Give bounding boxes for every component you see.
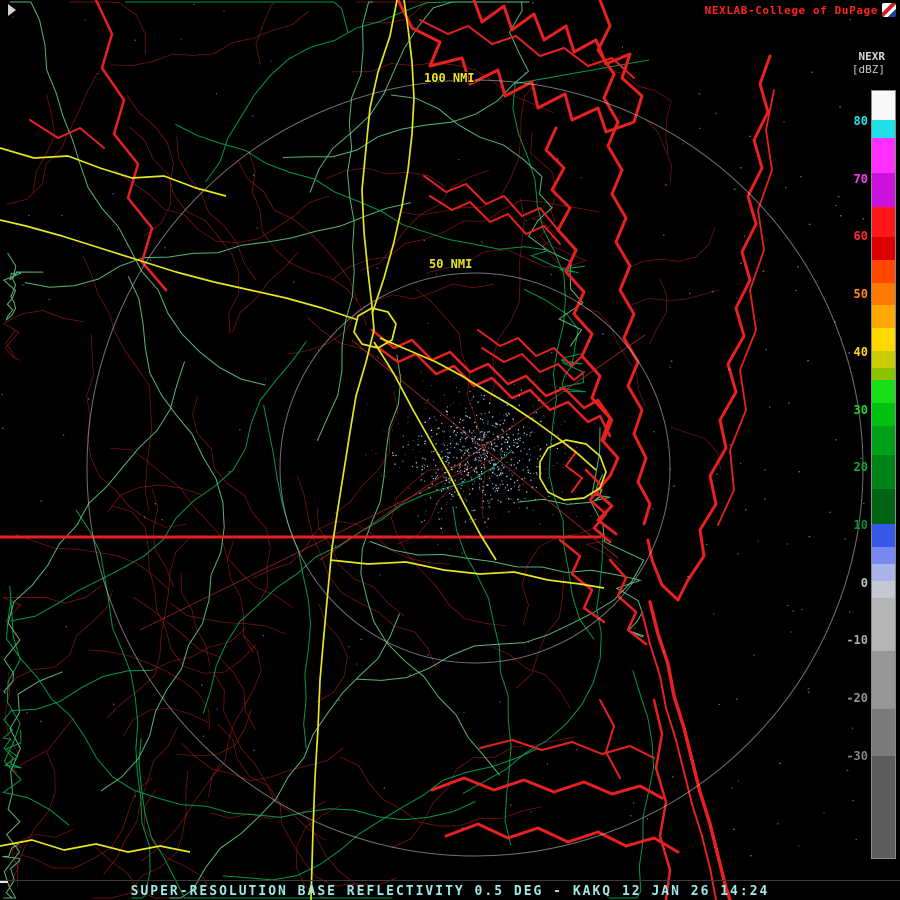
corner-dash [0,881,8,883]
roads-green [2,2,653,898]
credit-text: NEXLAB-College of DuPage [705,4,878,17]
colorbar-segment [872,380,895,403]
colorbar-segment [872,524,895,547]
colorbar-segment [872,581,895,598]
range-ring-label-50: 50 NMI [429,257,472,271]
highway-i64-west [0,220,358,320]
colorbar-segment [872,91,895,120]
colorbar-segment [872,598,895,651]
colorbar-segment [872,547,895,564]
range-ring-labels: 100 NMI 50 NMI [424,71,475,271]
colorbar-segment [872,368,895,380]
highway-us58 [330,560,604,588]
range-ring-50nmi [280,273,670,663]
colorbar-segment [872,651,895,709]
colorbar-segment [872,351,895,368]
cursor-mark [8,4,16,16]
radar-map: 100 NMI 50 NMI [0,0,900,900]
radar-clutter [392,390,559,528]
cod-logo-icon [882,3,896,17]
colorbar-segment [872,283,895,305]
roads-yellow [0,0,606,900]
colorbar-segment [872,328,895,351]
colorbar-segment [872,120,895,138]
coastline [0,0,774,900]
colorbar-segment [872,489,895,524]
colorbar-segment [872,207,895,237]
colorbar-segment [872,709,895,756]
colorbar-segment [872,260,895,283]
colorbar-segment [872,173,895,207]
footer-divider [0,880,900,881]
colorbar-segment [872,564,895,581]
colorbar-segment [872,138,895,173]
reflectivity-colorbar [871,90,896,859]
highway-north [372,0,414,314]
colorbar-units: [dBZ] [852,63,885,76]
colorbar-segment [872,403,895,426]
colorbar-segment [872,426,895,455]
colorbar-segment [872,305,895,328]
radar-display: 100 NMI 50 NMI NEXLAB-College of DuPage … [0,0,900,900]
product-title: SUPER-RESOLUTION BASE REFLECTIVITY 0.5 D… [0,884,900,899]
range-ring-label-100: 100 NMI [424,71,475,85]
colorbar-segment [872,756,895,858]
colorbar-segment [872,237,895,260]
colorbar-segment [872,455,895,489]
ocean-speckles [2,3,865,856]
colorbar-title: NEXR [859,50,886,63]
